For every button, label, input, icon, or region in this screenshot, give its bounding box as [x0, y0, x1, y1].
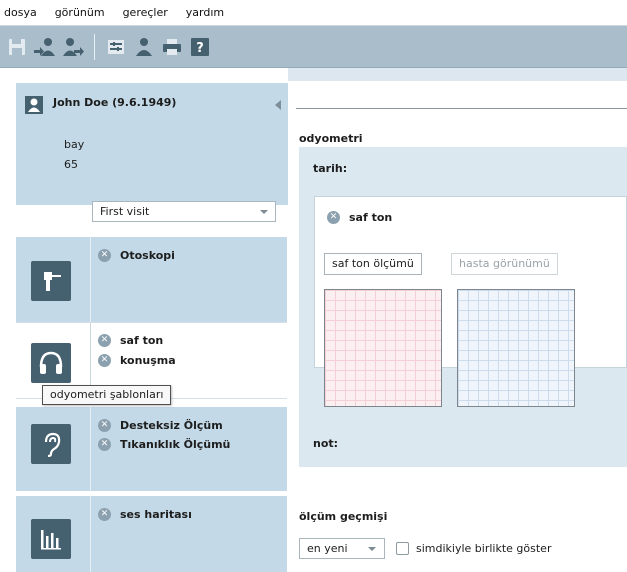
menu-bar: dosya görünüm gereçler yardım [0, 0, 627, 26]
patient-out-icon[interactable] [61, 35, 85, 59]
test-header: ✕ saf ton [327, 211, 392, 224]
patient-age: 65 [64, 158, 78, 171]
content-panel: odyometri tarih: ✕ saf ton saf ton ölçüm… [288, 81, 627, 572]
module-item[interactable]: ✕ Otoskopi [98, 249, 175, 262]
module-item[interactable]: ✕ ses haritası [98, 508, 192, 521]
test-title: saf ton [349, 211, 393, 224]
ear-icon [31, 424, 71, 464]
visit-select[interactable]: First visit [92, 201, 276, 222]
toolbar: ? [0, 26, 627, 68]
module-item[interactable]: ✕ Desteksiz Ölçüm [98, 419, 223, 432]
chevron-down-icon [368, 547, 376, 551]
sidebar: John Doe (9.6.1949) bay 65 First visit ✕… [0, 68, 288, 572]
remove-icon[interactable]: ✕ [98, 334, 111, 347]
main-content: odyometri tarih: ✕ saf ton saf ton ölçüm… [288, 68, 627, 572]
module-item[interactable]: ✕ konuşma [98, 354, 176, 367]
bar-chart-icon [31, 519, 71, 559]
tab-hasta-gorunumu[interactable]: hasta görünümü [451, 253, 558, 275]
module-item-label: Tıkanıklık Ölçümü [120, 438, 231, 451]
module-icon-column [16, 237, 91, 323]
tooltip: odyometri şablonları [42, 385, 172, 405]
module-icon-column [16, 407, 91, 491]
patient-in-icon[interactable] [33, 35, 57, 59]
user-icon[interactable] [132, 35, 156, 59]
remove-icon[interactable]: ✕ [98, 419, 111, 432]
show-with-current-checkbox[interactable] [396, 542, 409, 555]
module-item[interactable]: ✕ saf ton [98, 334, 163, 347]
section-title: odyometri [299, 132, 363, 145]
print-icon[interactable] [160, 35, 184, 59]
module-item-label: konuşma [120, 354, 176, 367]
history-select-value: en yeni [307, 542, 348, 555]
date-panel: tarih: ✕ saf ton saf ton ölçümü hasta gö… [299, 147, 627, 467]
headphones-icon [31, 343, 71, 383]
test-card: ✕ saf ton saf ton ölçümü hasta görünümü [314, 196, 627, 407]
menu-dosya[interactable]: dosya [4, 6, 37, 19]
module-item[interactable]: ✕ Tıkanıklık Ölçümü [98, 438, 230, 451]
patient-card[interactable]: John Doe (9.6.1949) bay 65 [16, 83, 288, 205]
audiogram-right[interactable] [324, 289, 442, 407]
tab-saf-ton-olcumu[interactable]: saf ton ölçümü [324, 253, 422, 275]
patient-name: John Doe (9.6.1949) [53, 96, 177, 109]
date-label: tarih: [313, 162, 348, 175]
help-icon[interactable]: ? [188, 35, 212, 59]
collapse-arrow-icon[interactable] [275, 100, 281, 110]
settings-icon[interactable] [104, 35, 128, 59]
chevron-down-icon [260, 210, 268, 214]
remove-icon[interactable]: ✕ [98, 508, 111, 521]
save-icon[interactable] [5, 35, 29, 59]
patient-gender: bay [64, 138, 85, 151]
module-otoskopi[interactable]: ✕ Otoskopi [16, 237, 287, 323]
remove-icon[interactable]: ✕ [98, 249, 111, 262]
svg-text:?: ? [196, 41, 204, 56]
module-ses-haritasi[interactable]: ✕ ses haritası [16, 496, 287, 572]
menu-yardim[interactable]: yardım [186, 6, 224, 19]
module-item-label: Desteksiz Ölçüm [120, 419, 223, 432]
note-label: not: [313, 437, 339, 450]
remove-icon[interactable]: ✕ [327, 211, 340, 224]
history-select[interactable]: en yeni [299, 538, 385, 559]
menu-gerecler[interactable]: gereçler [123, 6, 168, 19]
visit-select-value: First visit [100, 205, 150, 218]
toolbar-separator [94, 33, 95, 60]
audiogram-left[interactable] [457, 289, 575, 407]
module-olcum[interactable]: ✕ Desteksiz Ölçüm ✕ Tıkanıklık Ölçümü [16, 407, 287, 491]
checkbox-label: simdikiyle birlikte göster [416, 542, 552, 555]
module-item-label: saf ton [120, 334, 164, 347]
remove-icon[interactable]: ✕ [98, 438, 111, 451]
module-item-label: Otoskopi [120, 249, 175, 262]
module-item-label: ses haritası [120, 508, 192, 521]
otoscope-icon [31, 261, 71, 301]
history-title: ölçüm geçmişi [299, 510, 388, 523]
divider [296, 108, 627, 109]
menu-gorunum[interactable]: görünüm [55, 6, 105, 19]
remove-icon[interactable]: ✕ [98, 354, 111, 367]
module-icon-column [16, 496, 91, 572]
patient-avatar-icon [25, 96, 43, 114]
